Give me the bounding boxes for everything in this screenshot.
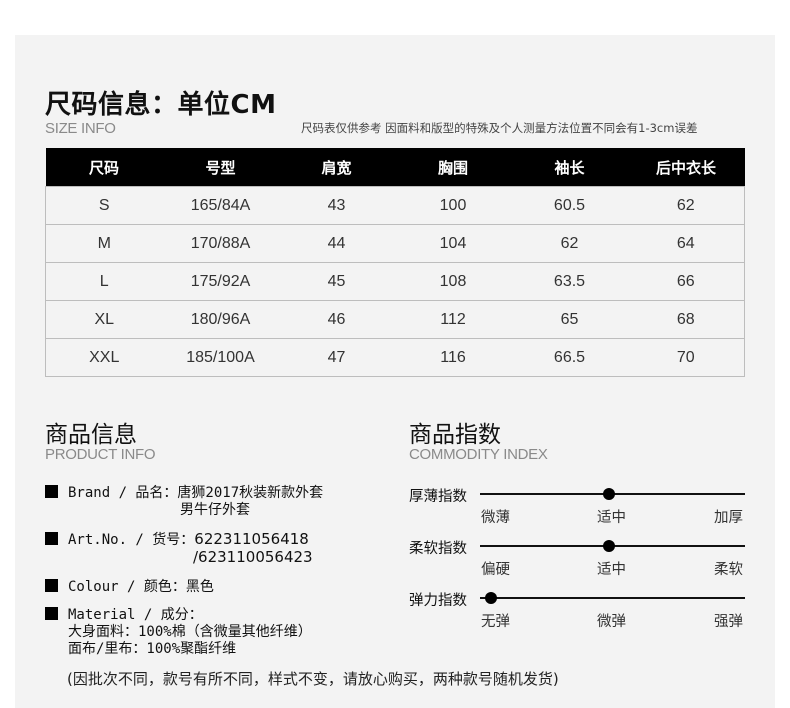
cell: 68 bbox=[627, 300, 745, 339]
table-row: S 165/84A 43 100 60.5 62 bbox=[45, 186, 745, 225]
artno-value: 622311056418 bbox=[194, 530, 309, 548]
cell: 175/92A bbox=[162, 262, 279, 301]
thickness-tick-high: 加厚 bbox=[714, 510, 743, 526]
softness-index-label: 柔软指数 bbox=[409, 541, 467, 557]
commodity-index-title: 商品指数 bbox=[409, 422, 501, 448]
cell: 47 bbox=[278, 338, 395, 377]
size-note: 尺码表仅供参考 因面料和版型的特殊及个人测量方法位置不同会有1-3cm误差 bbox=[301, 121, 698, 135]
table-row: M 170/88A 44 104 62 64 bbox=[45, 224, 745, 263]
bullet-icon bbox=[45, 485, 58, 498]
header-model: 号型 bbox=[162, 148, 279, 187]
artno-item: Art.No. / 货号：622311056418 /623110056423 bbox=[45, 531, 313, 566]
artno-value-2: /623110056423 bbox=[193, 548, 313, 566]
cell: 70 bbox=[627, 338, 745, 377]
header-size: 尺码 bbox=[45, 148, 163, 187]
elasticity-tick-low: 无弹 bbox=[481, 614, 510, 630]
cell: XL bbox=[45, 300, 163, 339]
bullet-icon bbox=[45, 532, 58, 545]
size-info-title: 尺码信息：单位CM bbox=[45, 90, 277, 120]
cell: 116 bbox=[394, 338, 512, 377]
colour-item: Colour / 颜色：黑色 bbox=[45, 579, 214, 596]
header-shoulder: 肩宽 bbox=[278, 148, 395, 187]
colour-text: Colour / 颜色：黑色 bbox=[68, 579, 214, 595]
header-length: 后中衣长 bbox=[627, 148, 745, 187]
thickness-tick-low: 微薄 bbox=[481, 510, 510, 526]
cell: 170/88A bbox=[162, 224, 279, 263]
elasticity-tick-high: 强弹 bbox=[714, 614, 743, 630]
size-table-header: 尺码 号型 肩宽 胸围 袖长 后中衣长 bbox=[45, 148, 745, 187]
thickness-tick-mid: 适中 bbox=[597, 510, 626, 526]
table-row: L 175/92A 45 108 63.5 66 bbox=[45, 262, 745, 301]
softness-tick-low: 偏硬 bbox=[481, 562, 510, 578]
product-info-subtitle: PRODUCT INFO bbox=[45, 446, 156, 463]
material-line-2: 面布/里布：100%聚酯纤维 bbox=[68, 641, 237, 657]
cell: 112 bbox=[394, 300, 512, 339]
material-label: Material / 成分： bbox=[68, 607, 203, 623]
size-table: 尺码 号型 肩宽 胸围 袖长 后中衣长 S 165/84A 43 100 60.… bbox=[45, 148, 745, 377]
brand-item: Brand / 品名：唐狮2017秋装新款外套 男牛仔外套 bbox=[45, 485, 323, 519]
cell: 66.5 bbox=[511, 338, 628, 377]
cell: 66 bbox=[627, 262, 745, 301]
thickness-index-label: 厚薄指数 bbox=[409, 489, 467, 505]
cell: S bbox=[45, 186, 163, 225]
cell: 185/100A bbox=[162, 338, 279, 377]
cell: 60.5 bbox=[511, 186, 628, 225]
cell: 165/84A bbox=[162, 186, 279, 225]
product-info-title: 商品信息 bbox=[45, 422, 137, 448]
brand-text-cont: 男牛仔外套 bbox=[180, 502, 250, 518]
elasticity-tick-mid: 微弹 bbox=[597, 614, 626, 630]
header-chest: 胸围 bbox=[394, 148, 512, 187]
size-info-subtitle: SIZE INFO bbox=[45, 120, 116, 137]
cell: 45 bbox=[278, 262, 395, 301]
material-item: Material / 成分： 大身面料：100%棉（含微量其他纤维） 面布/里布… bbox=[45, 607, 312, 658]
material-line-1: 大身面料：100%棉（含微量其他纤维） bbox=[68, 624, 312, 640]
elasticity-index-marker bbox=[485, 592, 497, 604]
softness-index-marker bbox=[603, 540, 615, 552]
brand-text: Brand / 品名：唐狮2017秋装新款外套 bbox=[68, 485, 324, 501]
commodity-index-subtitle: COMMODITY INDEX bbox=[409, 446, 548, 463]
cell: 108 bbox=[394, 262, 512, 301]
cell: XXL bbox=[45, 338, 163, 377]
cell: 62 bbox=[511, 224, 628, 263]
bullet-icon bbox=[45, 579, 58, 592]
softness-tick-mid: 适中 bbox=[597, 562, 626, 578]
cell: 100 bbox=[394, 186, 512, 225]
cell: 62 bbox=[627, 186, 745, 225]
cell: 64 bbox=[627, 224, 745, 263]
header-sleeve: 袖长 bbox=[511, 148, 628, 187]
softness-tick-high: 柔软 bbox=[714, 562, 743, 578]
cell: 104 bbox=[394, 224, 512, 263]
cell: 44 bbox=[278, 224, 395, 263]
footer-note: (因批次不同，款号有所不同，样式不变，请放心购买，两种款号随机发货) bbox=[67, 670, 559, 688]
elasticity-index-label: 弹力指数 bbox=[409, 593, 467, 609]
cell: 63.5 bbox=[511, 262, 628, 301]
cell: 65 bbox=[511, 300, 628, 339]
bullet-icon bbox=[45, 607, 58, 620]
cell: L bbox=[45, 262, 163, 301]
artno-label: Art.No. / 货号： bbox=[68, 532, 195, 548]
cell: M bbox=[45, 224, 163, 263]
table-row: XXL 185/100A 47 116 66.5 70 bbox=[45, 338, 745, 377]
cell: 180/96A bbox=[162, 300, 279, 339]
cell: 46 bbox=[278, 300, 395, 339]
cell: 43 bbox=[278, 186, 395, 225]
elasticity-index-track bbox=[480, 597, 745, 599]
table-row: XL 180/96A 46 112 65 68 bbox=[45, 300, 745, 339]
thickness-index-marker bbox=[603, 488, 615, 500]
